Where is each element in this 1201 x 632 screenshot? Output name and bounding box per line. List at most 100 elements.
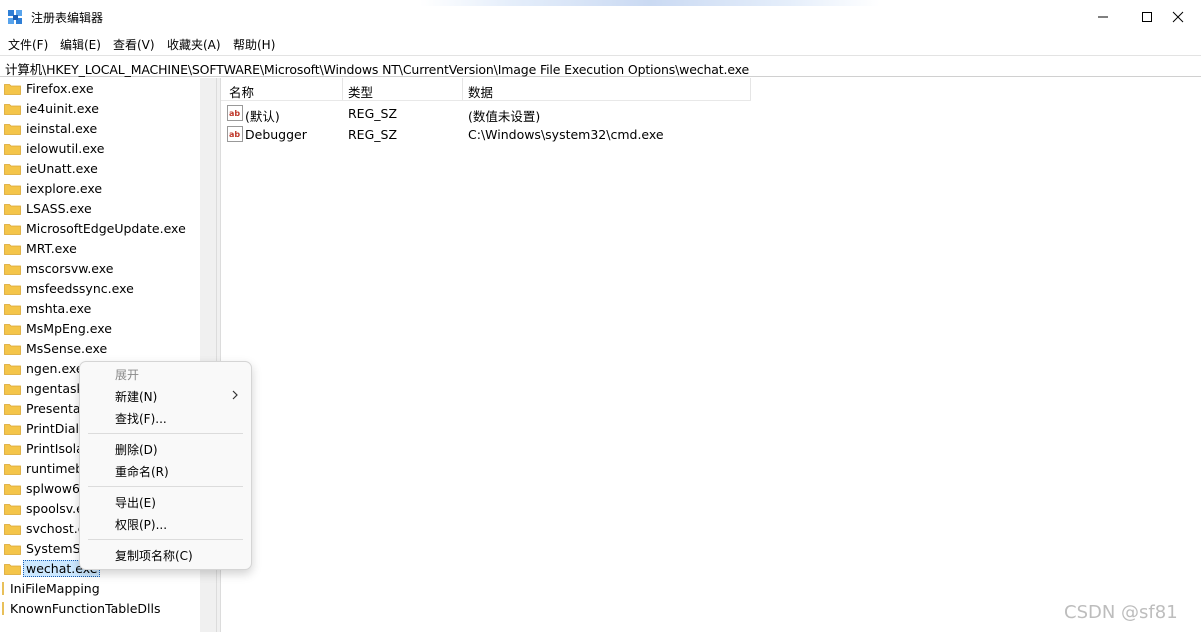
menu-bar: 文件(F) 编辑(E) 查看(V) 收藏夹(A) 帮助(H) (0, 34, 1201, 54)
column-divider[interactable] (342, 78, 343, 100)
tree-item[interactable]: MsMpEng.exe (0, 318, 200, 338)
value-name: (默认) (245, 109, 280, 124)
value-type: REG_SZ (348, 106, 398, 121)
tree-item[interactable]: ieinstal.exe (0, 118, 200, 138)
tree-item[interactable]: MsSense.exe (0, 338, 200, 358)
menu-item-export[interactable]: 导出(E) (80, 491, 251, 513)
tree-item-label: svchost.e (26, 521, 86, 536)
menu-item-label: 展开 (115, 368, 140, 382)
folder-icon (4, 344, 21, 355)
tree-item-label: spoolsv.e (26, 501, 84, 516)
menu-item-label: 复制项名称(C) (115, 549, 193, 563)
title-bar-decoration (420, 0, 880, 6)
folder-icon (4, 384, 21, 395)
column-type[interactable]: 类型 (348, 82, 373, 101)
menu-edit[interactable]: 编辑(E) (60, 36, 101, 53)
tree-item[interactable]: ie4uinit.exe (0, 98, 200, 118)
menu-item-find[interactable]: 查找(F)... (80, 407, 251, 429)
tree-item-label: runtimeb (26, 461, 84, 476)
menu-help[interactable]: 帮助(H) (233, 36, 275, 53)
value-row[interactable]: ab Debugger REG_SZ C:\Windows\system32\c… (221, 124, 1201, 145)
column-data[interactable]: 数据 (468, 82, 493, 101)
folder-icon (4, 324, 21, 335)
menu-item-label: 查找(F)... (115, 412, 167, 426)
tree-item[interactable]: msfeedssync.exe (0, 278, 200, 298)
tree-item-label: ngen.exe (26, 361, 84, 376)
tree-item[interactable]: ieUnatt.exe (0, 158, 200, 178)
tree-item-label: ieUnatt.exe (26, 161, 98, 176)
tree-item-label: iexplore.exe (26, 181, 103, 196)
tree-item[interactable]: KnownFunctionTableDlls (0, 598, 200, 618)
close-button[interactable] (1155, 0, 1201, 34)
tree-item[interactable]: IniFileMapping (0, 578, 200, 598)
tree-item[interactable]: Firefox.exe (0, 78, 200, 98)
minimize-icon (1098, 16, 1108, 18)
folder-icon (4, 84, 21, 95)
folder-icon (4, 484, 21, 495)
window-title: 注册表编辑器 (31, 11, 104, 25)
value-data: (数值未设置) (468, 109, 541, 124)
menu-separator (88, 539, 243, 540)
tree-item[interactable]: MRT.exe (0, 238, 200, 258)
list-header: 名称 类型 数据 (221, 78, 751, 101)
folder-icon (4, 284, 21, 295)
tree-item-label: Firefox.exe (26, 81, 94, 96)
column-name[interactable]: 名称 (229, 82, 254, 101)
menu-favorites[interactable]: 收藏夹(A) (167, 36, 221, 53)
chevron-right-icon (232, 390, 238, 400)
title-bar: 注册表编辑器 (0, 0, 1201, 34)
menu-item-delete[interactable]: 删除(D) (80, 438, 251, 460)
column-divider[interactable] (750, 78, 751, 100)
tree-item-label: MsMpEng.exe (26, 321, 112, 336)
menu-item-label: 导出(E) (115, 496, 156, 510)
menu-item-label: 新建(N) (115, 390, 158, 404)
menu-item-rename[interactable]: 重命名(R) (80, 460, 251, 482)
tree-item[interactable]: ielowutil.exe (0, 138, 200, 158)
string-value-icon: ab (227, 105, 243, 121)
tree-item-label: msfeedssync.exe (26, 281, 134, 296)
folder-icon (4, 564, 21, 575)
folder-icon (4, 424, 21, 435)
close-icon (1172, 11, 1184, 23)
tree-item[interactable]: LSASS.exe (0, 198, 200, 218)
tree-item[interactable]: MicrosoftEdgeUpdate.exe (0, 218, 200, 238)
folder-icon (2, 602, 4, 615)
menu-item-copy-key-name[interactable]: 复制项名称(C) (80, 544, 251, 566)
tree-item-label: IniFileMapping (10, 581, 100, 596)
menu-item-new[interactable]: 新建(N) (80, 385, 251, 407)
folder-icon (4, 244, 21, 255)
folder-icon (4, 224, 21, 235)
folder-icon (4, 444, 21, 455)
folder-icon (4, 184, 21, 195)
tree-item[interactable]: mshta.exe (0, 298, 200, 318)
menu-file[interactable]: 文件(F) (8, 36, 48, 53)
tree-item-label: mshta.exe (26, 301, 92, 316)
tree-item-label: MicrosoftEdgeUpdate.exe (26, 221, 186, 236)
menu-item-permissions[interactable]: 权限(P)... (80, 513, 251, 535)
menu-item-expand: 展开 (80, 363, 251, 385)
folder-icon (4, 104, 21, 115)
folder-icon (4, 144, 21, 155)
folder-icon (4, 204, 21, 215)
tree-item-label: LSASS.exe (26, 201, 92, 216)
address-bar[interactable]: 计算机\HKEY_LOCAL_MACHINE\SOFTWARE\Microsof… (0, 55, 1201, 77)
value-row[interactable]: ab (默认) REG_SZ (数值未设置) (221, 103, 1201, 124)
tree-item-label: ieinstal.exe (26, 121, 98, 136)
value-data: C:\Windows\system32\cmd.exe (468, 127, 664, 142)
tree-item[interactable]: iexplore.exe (0, 178, 200, 198)
tree-item-label: MsSense.exe (26, 341, 108, 356)
address-path[interactable]: 计算机\HKEY_LOCAL_MACHINE\SOFTWARE\Microsof… (5, 59, 749, 78)
menu-separator (88, 433, 243, 434)
tree-item-label: KnownFunctionTableDlls (10, 601, 161, 616)
folder-icon (4, 304, 21, 315)
folder-icon (2, 582, 4, 595)
tree-item[interactable]: mscorsvw.exe (0, 258, 200, 278)
menu-item-label: 删除(D) (115, 443, 158, 457)
menu-view[interactable]: 查看(V) (113, 36, 155, 53)
column-divider[interactable] (462, 78, 463, 100)
minimize-button[interactable] (1080, 0, 1126, 34)
tree-item-label: MRT.exe (26, 241, 77, 256)
folder-icon (4, 464, 21, 475)
value-type: REG_SZ (348, 127, 398, 142)
folder-icon (4, 264, 21, 275)
